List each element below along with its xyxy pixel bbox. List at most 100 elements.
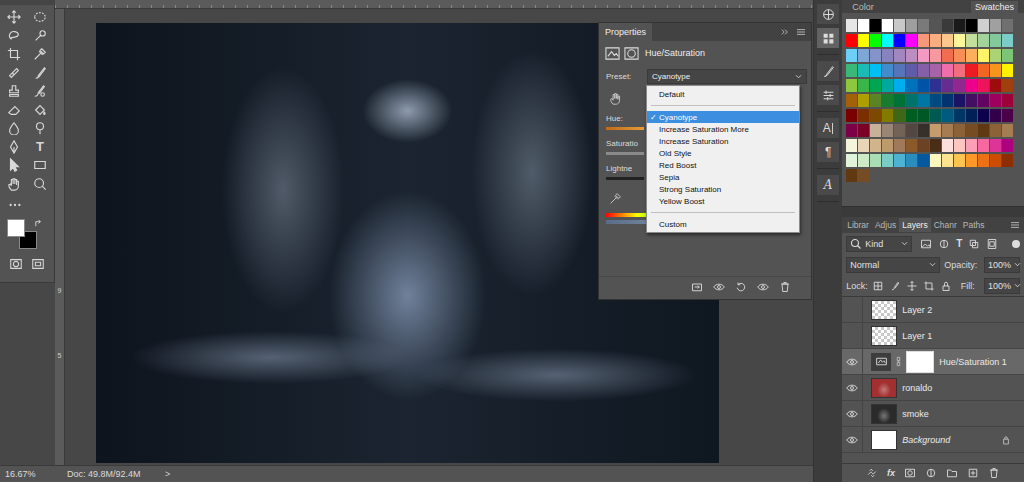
swatch[interactable] xyxy=(858,64,869,77)
layer-style-button[interactable]: fx xyxy=(887,468,895,478)
swatch[interactable] xyxy=(966,79,977,92)
toolbar-grip[interactable] xyxy=(0,0,55,5)
new-layer-icon[interactable] xyxy=(967,467,979,479)
mask-thumbnail[interactable] xyxy=(906,351,934,373)
swatch[interactable] xyxy=(846,64,857,77)
swatch[interactable] xyxy=(918,109,929,122)
swatch[interactable] xyxy=(858,169,869,182)
swatch[interactable] xyxy=(918,124,929,137)
swatch[interactable] xyxy=(906,154,917,167)
swatch[interactable] xyxy=(990,79,1001,92)
swatch[interactable] xyxy=(930,154,941,167)
swatch[interactable] xyxy=(870,94,881,107)
fill-field[interactable]: 100% xyxy=(984,278,1020,294)
swatch[interactable] xyxy=(894,94,905,107)
swatch[interactable] xyxy=(894,154,905,167)
swatch[interactable] xyxy=(1002,139,1013,152)
smart-object-filter-icon[interactable] xyxy=(986,238,998,250)
swatch[interactable] xyxy=(930,124,941,137)
swatch[interactable] xyxy=(978,64,989,77)
swatch[interactable] xyxy=(990,64,1001,77)
targeted-adjustment-icon[interactable] xyxy=(609,92,622,105)
layer-row[interactable]: Background xyxy=(842,427,1024,453)
foreground-color-chip[interactable] xyxy=(7,219,25,237)
character-panel-button[interactable]: A xyxy=(817,118,839,138)
menu-item[interactable]: Yellow Boost xyxy=(647,195,799,207)
lightness-slider[interactable] xyxy=(606,177,644,180)
swatch[interactable] xyxy=(954,139,965,152)
menu-item[interactable]: Default xyxy=(647,88,799,100)
delete-adjustment-icon[interactable] xyxy=(779,281,791,293)
swatch[interactable] xyxy=(858,109,869,122)
mask-link-icon[interactable] xyxy=(896,356,901,367)
swatch[interactable] xyxy=(918,34,929,47)
link-layers-icon[interactable] xyxy=(866,467,878,479)
swatch[interactable] xyxy=(906,34,917,47)
swatch[interactable] xyxy=(882,34,893,47)
swatch[interactable] xyxy=(858,124,869,137)
swatch[interactable] xyxy=(966,64,977,77)
swatch[interactable] xyxy=(930,139,941,152)
swatch[interactable] xyxy=(858,19,869,32)
toggle-visibility-icon[interactable] xyxy=(757,281,769,293)
swatch[interactable] xyxy=(846,94,857,107)
status-menu-arrow[interactable]: > xyxy=(165,469,170,479)
lock-transparent-icon[interactable] xyxy=(872,280,884,292)
menu-item[interactable]: Custom xyxy=(647,218,799,230)
swatch[interactable] xyxy=(882,109,893,122)
swatch[interactable] xyxy=(906,19,917,32)
swatch[interactable] xyxy=(870,79,881,92)
swatch[interactable] xyxy=(906,79,917,92)
swatch[interactable] xyxy=(954,34,965,47)
path-select-tool[interactable] xyxy=(2,156,26,175)
adjustment-filter-icon[interactable] xyxy=(938,238,950,250)
swatch[interactable] xyxy=(966,19,977,32)
crop-tool[interactable] xyxy=(2,45,26,64)
add-mask-icon[interactable] xyxy=(904,467,916,479)
swatch[interactable] xyxy=(870,154,881,167)
swatch[interactable] xyxy=(870,124,881,137)
blend-mode-dropdown[interactable]: Normal xyxy=(846,257,940,273)
swatch[interactable] xyxy=(942,19,953,32)
swatch[interactable] xyxy=(942,139,953,152)
brush-settings-button[interactable] xyxy=(817,85,839,105)
swatch[interactable] xyxy=(930,109,941,122)
clip-to-layer-icon[interactable] xyxy=(691,281,703,293)
panel-tab[interactable]: Swatches xyxy=(971,1,1018,13)
hand-tool[interactable] xyxy=(2,175,26,194)
swatch[interactable] xyxy=(906,94,917,107)
swatch[interactable] xyxy=(1002,19,1013,32)
swatch[interactable] xyxy=(846,34,857,47)
menu-item[interactable]: Increase Saturation More xyxy=(647,123,799,135)
swatch[interactable] xyxy=(846,109,857,122)
menu-item[interactable]: Old Style xyxy=(647,147,799,159)
swatch[interactable] xyxy=(1002,64,1013,77)
swatch[interactable] xyxy=(990,154,1001,167)
rectangle-tool[interactable] xyxy=(28,156,52,175)
swatch[interactable] xyxy=(1002,109,1013,122)
menu-item[interactable]: Increase Saturation xyxy=(647,135,799,147)
swatch[interactable] xyxy=(978,154,989,167)
panel-tab[interactable]: Paths xyxy=(960,218,988,232)
filter-toggle[interactable] xyxy=(1012,240,1020,248)
swatch[interactable] xyxy=(906,124,917,137)
paragraph-panel-button[interactable]: ¶ xyxy=(817,142,839,162)
lock-all-icon[interactable] xyxy=(940,280,952,292)
swatch[interactable] xyxy=(858,49,869,62)
swatch[interactable] xyxy=(942,34,953,47)
swatch[interactable] xyxy=(846,154,857,167)
brushes-panel-button[interactable] xyxy=(817,61,839,81)
properties-tab[interactable]: Properties xyxy=(599,23,652,41)
swatch[interactable] xyxy=(942,94,953,107)
layer-row[interactable]: Layer 2 xyxy=(842,297,1024,323)
marquee-tool[interactable] xyxy=(28,8,52,27)
swatch[interactable] xyxy=(966,34,977,47)
swatch[interactable] xyxy=(906,139,917,152)
swatch[interactable] xyxy=(894,34,905,47)
swatch[interactable] xyxy=(942,49,953,62)
swatch[interactable] xyxy=(870,49,881,62)
swatch[interactable] xyxy=(858,79,869,92)
swatch[interactable] xyxy=(894,79,905,92)
swatch[interactable] xyxy=(894,124,905,137)
swatch[interactable] xyxy=(846,124,857,137)
